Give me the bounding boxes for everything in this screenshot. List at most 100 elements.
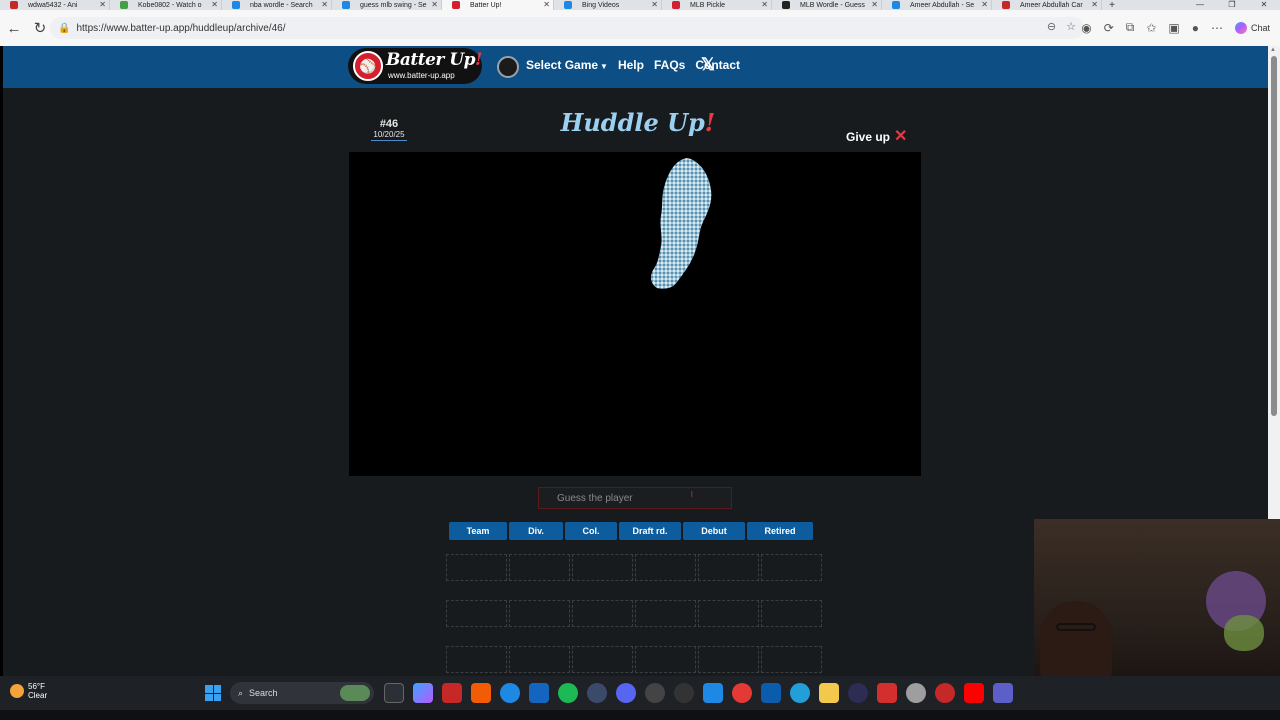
tab-favicon-icon — [564, 1, 572, 9]
profile-icon[interactable]: ● — [1192, 21, 1199, 35]
guess-placeholder: Guess the player — [557, 492, 633, 504]
guess-cell — [635, 600, 696, 627]
extension-icon[interactable]: ◉ — [1081, 21, 1091, 35]
minimize-icon[interactable]: — — [1184, 0, 1216, 10]
url-field[interactable]: 🔒 https://www.batter-up.app/huddleup/arc… — [50, 17, 1084, 39]
window-controls: — ❐ ✕ — [1184, 0, 1280, 10]
tab-close-icon[interactable]: ✕ — [871, 0, 878, 9]
zoom-icon[interactable]: ⊖ — [1047, 20, 1056, 33]
x-social-icon[interactable]: 𝕏 — [701, 55, 715, 75]
telegram-icon[interactable] — [790, 683, 810, 703]
tab-favicon-icon — [120, 1, 128, 9]
windows-start-icon[interactable] — [205, 685, 221, 701]
guess-row — [446, 554, 822, 581]
refresh-icon[interactable]: ↻ — [28, 16, 52, 40]
faqs-link[interactable]: FAQs — [654, 58, 685, 72]
taskbar-search-label: Search — [249, 688, 278, 698]
attribute-header-row: Team Div. Col. Draft rd. Debut Retired — [449, 522, 813, 540]
favorite-star-icon[interactable]: ☆ — [1066, 20, 1076, 33]
favorites-icon[interactable]: ✩ — [1146, 21, 1156, 35]
split-screen-icon[interactable]: ⧉ — [1126, 20, 1135, 35]
app-icon[interactable] — [500, 683, 520, 703]
tab-title: guess mlb swing - Se — [360, 1, 427, 9]
photos-icon[interactable] — [529, 683, 549, 703]
discord-icon[interactable] — [616, 683, 636, 703]
player-silhouette-image — [650, 158, 712, 289]
copilot-icon — [1234, 21, 1247, 34]
copilot-app-icon[interactable] — [413, 683, 433, 703]
browser-tab[interactable]: guess mlb swing - Se ✕ — [332, 0, 442, 10]
caret-down-icon: ▼ — [600, 62, 608, 71]
threads-icon[interactable] — [674, 683, 694, 703]
maximize-icon[interactable]: ❐ — [1216, 0, 1248, 10]
tab-close-icon[interactable]: ✕ — [211, 0, 218, 9]
file-explorer-icon[interactable] — [819, 683, 839, 703]
tab-close-icon[interactable]: ✕ — [761, 0, 768, 9]
help-link[interactable]: Help — [618, 58, 644, 72]
app-icon[interactable] — [906, 683, 926, 703]
news-app-icon[interactable] — [442, 683, 462, 703]
weather-widget[interactable]: 56°F Clear — [10, 682, 47, 700]
browser-tab[interactable]: MLB Wordle - Guess ✕ — [772, 0, 882, 10]
browser-tab[interactable]: nba wordle - Search ✕ — [222, 0, 332, 10]
address-bar: ← ↻ 🔒 https://www.batter-up.app/huddleup… — [0, 10, 1280, 46]
webcam-overlay — [1034, 519, 1280, 676]
store-icon[interactable] — [761, 683, 781, 703]
tab-close-icon[interactable]: ✕ — [651, 0, 658, 9]
app-icon[interactable] — [587, 683, 607, 703]
tab-close-icon[interactable]: ✕ — [1091, 0, 1098, 9]
youtube-icon[interactable] — [964, 683, 984, 703]
spotify-icon[interactable] — [558, 683, 578, 703]
browser-tab[interactable]: Bing Videos ✕ — [554, 0, 662, 10]
column-header: Team — [449, 522, 507, 540]
guess-player-input[interactable]: Guess the player I — [538, 487, 732, 509]
give-up-button[interactable]: Give up ✕ — [846, 129, 907, 145]
column-header: Retired — [747, 522, 813, 540]
scrollbar-thumb[interactable] — [1271, 56, 1277, 416]
column-header: Debut — [683, 522, 745, 540]
tab-close-icon[interactable]: ✕ — [431, 0, 438, 9]
brave-browser-icon[interactable] — [471, 683, 491, 703]
tab-close-icon[interactable]: ✕ — [981, 0, 988, 9]
back-icon[interactable]: ← — [2, 16, 26, 40]
chat-button[interactable]: Chat — [1234, 21, 1270, 34]
collections-icon[interactable]: ▣ — [1168, 21, 1179, 35]
app-icon[interactable] — [877, 683, 897, 703]
site-logo[interactable]: ⚾ Batter Up! www.batter-up.app — [348, 48, 482, 84]
guess-cell — [509, 646, 570, 673]
guess-cell — [635, 554, 696, 581]
tab-close-icon[interactable]: ✕ — [543, 0, 550, 9]
close-window-icon[interactable]: ✕ — [1248, 0, 1280, 10]
sync-icon[interactable]: ⟳ — [1104, 21, 1114, 35]
browser-tab[interactable]: Batter Up! ✕ — [442, 0, 554, 10]
browser-tab[interactable]: wdwa5432 - Ani ✕ — [0, 0, 110, 10]
chat-label: Chat — [1250, 22, 1270, 33]
guess-cell — [761, 646, 822, 673]
more-menu-icon[interactable]: ⋯ — [1211, 21, 1223, 35]
weather-condition: Clear — [28, 691, 48, 700]
browser-tab[interactable]: Ameer Abdullah Car ✕ — [992, 0, 1102, 10]
taskbar-search[interactable]: ⌕ Search — [230, 682, 374, 704]
tab-close-icon[interactable]: ✕ — [321, 0, 328, 9]
edge-icon[interactable] — [703, 683, 723, 703]
chrome-icon[interactable] — [732, 683, 752, 703]
theme-toggle[interactable] — [497, 56, 519, 78]
opera-icon[interactable] — [935, 683, 955, 703]
scroll-up-icon[interactable]: ▲ — [1270, 47, 1276, 53]
media-player-icon[interactable] — [848, 683, 868, 703]
windows-taskbar: 56°F Clear ⌕ Search — [0, 676, 1280, 710]
tab-title: Bing Videos — [582, 1, 620, 9]
teams-icon[interactable] — [993, 683, 1013, 703]
browser-tab[interactable]: Kobe0802 - Watch o ✕ — [110, 0, 222, 10]
guess-cell — [761, 554, 822, 581]
task-view-icon[interactable] — [384, 683, 404, 703]
search-icon: ⌕ — [238, 687, 244, 698]
tab-close-icon[interactable]: ✕ — [99, 0, 106, 9]
puzzle-info[interactable]: #46 10/20/25 — [371, 118, 407, 141]
app-icon[interactable] — [645, 683, 665, 703]
browser-tab[interactable]: MLB Pickle ✕ — [662, 0, 772, 10]
guess-cell — [698, 554, 759, 581]
browser-tab[interactable]: Ameer Abdullah - Se ✕ — [882, 0, 992, 10]
tab-favicon-icon — [672, 1, 680, 9]
select-game-menu[interactable]: Select Game ▼ — [526, 58, 608, 72]
